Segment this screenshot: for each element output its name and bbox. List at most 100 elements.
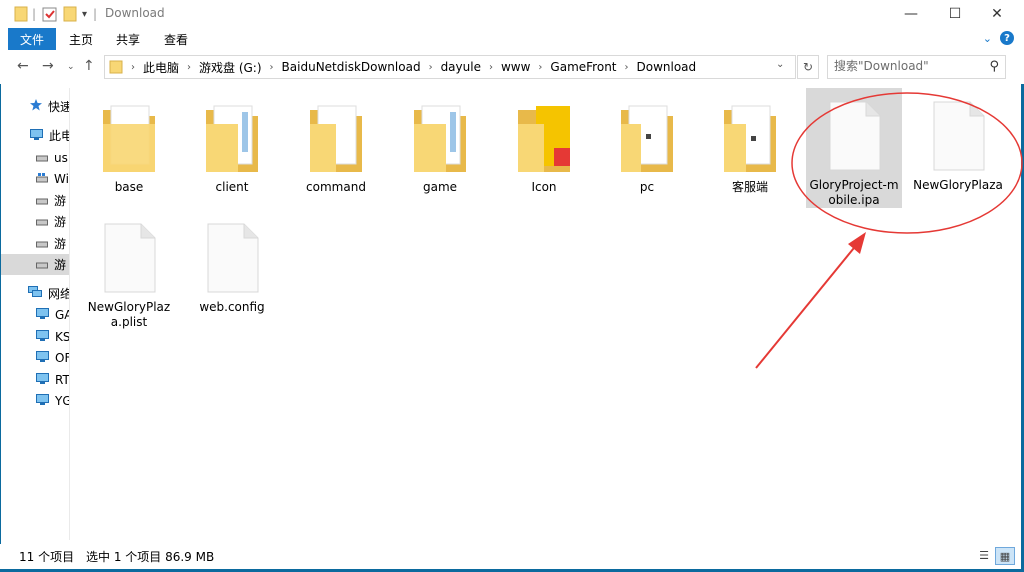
file-icon — [207, 223, 259, 293]
details-view-icon: ☰ — [979, 548, 989, 562]
file-name: game — [422, 180, 458, 194]
folder-item-client[interactable]: client — [184, 90, 280, 210]
details-view-button[interactable]: ☰ — [975, 547, 993, 563]
recent-locations-icon[interactable]: ⌄ — [67, 62, 75, 72]
sidebar-item-drive[interactable]: 游 — [1, 233, 69, 254]
qa-customize-icon[interactable]: ▾ — [82, 5, 87, 23]
tab-view[interactable]: 查看 — [164, 31, 188, 48]
refresh-icon: ↻ — [802, 60, 814, 74]
sidebar-item-drive[interactable]: 游 — [1, 190, 69, 211]
item-count: 11 个项目 — [19, 550, 75, 564]
file-name: client — [215, 180, 249, 194]
breadcrumb-dayule[interactable]: dayule — [441, 60, 481, 74]
back-arrow-icon[interactable]: ← — [17, 58, 29, 74]
sidebar-item-label: Wi — [54, 171, 69, 186]
navigation-pane: 快速 此电 us Wi 游 游 游 游 网络 GA KS OF RT YG — [1, 88, 69, 540]
chevron-right-icon[interactable]: › — [429, 62, 433, 73]
folder-item-pc[interactable]: pc — [599, 90, 695, 210]
sidebar-item-network-pc[interactable]: KS — [1, 326, 69, 347]
tab-home[interactable]: 主页 — [69, 31, 93, 48]
help-icon[interactable]: ? — [1000, 31, 1014, 45]
forward-arrow-icon[interactable]: → — [42, 58, 54, 74]
chevron-right-icon[interactable]: › — [625, 62, 629, 73]
qa-separator: | — [93, 7, 98, 21]
breadcrumb-baidu[interactable]: BaiduNetdiskDownload — [282, 60, 421, 74]
breadcrumb-www[interactable]: www — [501, 60, 530, 74]
properties-icon[interactable] — [42, 5, 58, 23]
folder-item-icon[interactable]: Icon — [496, 90, 592, 210]
windows-drive-icon — [36, 172, 48, 186]
tab-file[interactable]: 文件 — [8, 28, 56, 50]
sidebar-item-drive-selected[interactable]: 游 — [1, 254, 69, 275]
search-box[interactable]: ⚲ — [827, 55, 1006, 79]
address-bar[interactable]: › 此电脑 › 游戏盘 (G:) › BaiduNetdiskDownload … — [104, 55, 796, 79]
search-icon[interactable]: ⚲ — [989, 59, 999, 74]
sidebar-item-network-pc[interactable]: OF — [1, 347, 69, 368]
close-button[interactable]: ✕ — [974, 0, 1020, 28]
file-name: base — [114, 180, 144, 194]
file-icon — [933, 101, 985, 171]
folder-icon — [621, 105, 673, 172]
address-dropdown-icon[interactable]: ⌄ — [776, 59, 784, 70]
breadcrumb-this-pc[interactable]: 此电脑 — [143, 59, 179, 76]
file-item-plist[interactable]: NewGloryPlaza.plist — [81, 210, 177, 330]
sidebar-item-label: YG — [55, 393, 69, 408]
title-bar: | ▾ | Download — ☐ ✕ — [0, 0, 1024, 28]
sidebar-item-drive[interactable]: 游 — [1, 211, 69, 232]
folder-item-game[interactable]: game — [392, 90, 488, 210]
large-icons-view-button[interactable]: ▦ — [995, 547, 1015, 565]
up-arrow-icon[interactable]: ↑ — [83, 58, 95, 74]
sidebar-item-label: 网络 — [48, 287, 69, 301]
breadcrumb-download[interactable]: Download — [637, 60, 697, 74]
new-folder-icon[interactable] — [63, 5, 77, 23]
sidebar-item-network-pc[interactable]: GA — [1, 304, 69, 325]
chevron-right-icon[interactable]: › — [187, 62, 191, 73]
file-icon — [104, 223, 156, 293]
ribbon-expand-icon[interactable]: ⌄ — [983, 32, 992, 45]
chevron-right-icon[interactable]: › — [131, 62, 135, 73]
breadcrumb-drive[interactable]: 游戏盘 (G:) — [199, 59, 262, 76]
search-input[interactable] — [828, 56, 984, 76]
monitor-icon — [36, 307, 49, 322]
breadcrumb-gamefront[interactable]: GameFront — [550, 60, 616, 74]
sidebar-item-this-pc[interactable]: 此电 — [1, 125, 69, 146]
chevron-right-icon[interactable]: › — [270, 62, 274, 73]
drive-icon — [36, 151, 48, 165]
maximize-button[interactable]: ☐ — [932, 0, 978, 28]
folder-icon — [310, 105, 362, 172]
file-item-ipa[interactable]: GloryProject-mobile.ipa — [806, 88, 902, 208]
monitor-icon — [36, 372, 49, 387]
file-name: GloryProject-mobile.ipa — [809, 178, 899, 207]
monitor-icon — [36, 350, 49, 365]
folder-item-command[interactable]: command — [288, 90, 384, 210]
sidebar-item-network[interactable]: 网络 — [1, 283, 69, 304]
refresh-button[interactable]: ↻ — [797, 55, 819, 79]
sidebar-item-quick-access[interactable]: 快速 — [1, 96, 69, 117]
folder-item-base[interactable]: base — [81, 90, 177, 210]
monitor-icon — [36, 393, 49, 408]
sidebar-item-label: RT — [55, 372, 69, 387]
minimize-button[interactable]: — — [888, 0, 934, 28]
sidebar-item-network-pc[interactable]: RT — [1, 369, 69, 390]
drive-icon — [36, 237, 48, 251]
large-icons-view-icon: ▦ — [999, 549, 1011, 563]
sidebar-item-drive[interactable]: Wi — [1, 168, 69, 189]
folder-icon[interactable] — [14, 5, 28, 23]
sidebar-item-drive[interactable]: us — [1, 147, 69, 168]
star-icon — [30, 99, 42, 114]
sidebar-item-network-pc[interactable]: YG — [1, 390, 69, 411]
file-item-newgloryplaza[interactable]: NewGloryPlaza — [910, 88, 1006, 208]
folder-icon — [414, 105, 466, 172]
ribbon-tabs: 文件 主页 共享 查看 ⌄ ? — [0, 28, 1024, 51]
chevron-right-icon[interactable]: › — [489, 62, 493, 73]
image-folder-icon — [518, 106, 570, 172]
sidebar-item-label: 游 — [54, 194, 67, 208]
chevron-right-icon[interactable]: › — [538, 62, 542, 73]
status-bar: 11 个项目 选中 1 个项目 86.9 MB ☰ ▦ — [0, 544, 1021, 569]
tab-share[interactable]: 共享 — [116, 31, 140, 48]
folder-item-client-service[interactable]: 客服端 — [702, 90, 798, 210]
selection-info: 选中 1 个项目 86.9 MB — [86, 550, 215, 564]
file-item-web-config[interactable]: web.config — [184, 210, 280, 330]
sidebar-item-label: 游 — [54, 215, 67, 229]
file-name: 客服端 — [731, 180, 768, 194]
